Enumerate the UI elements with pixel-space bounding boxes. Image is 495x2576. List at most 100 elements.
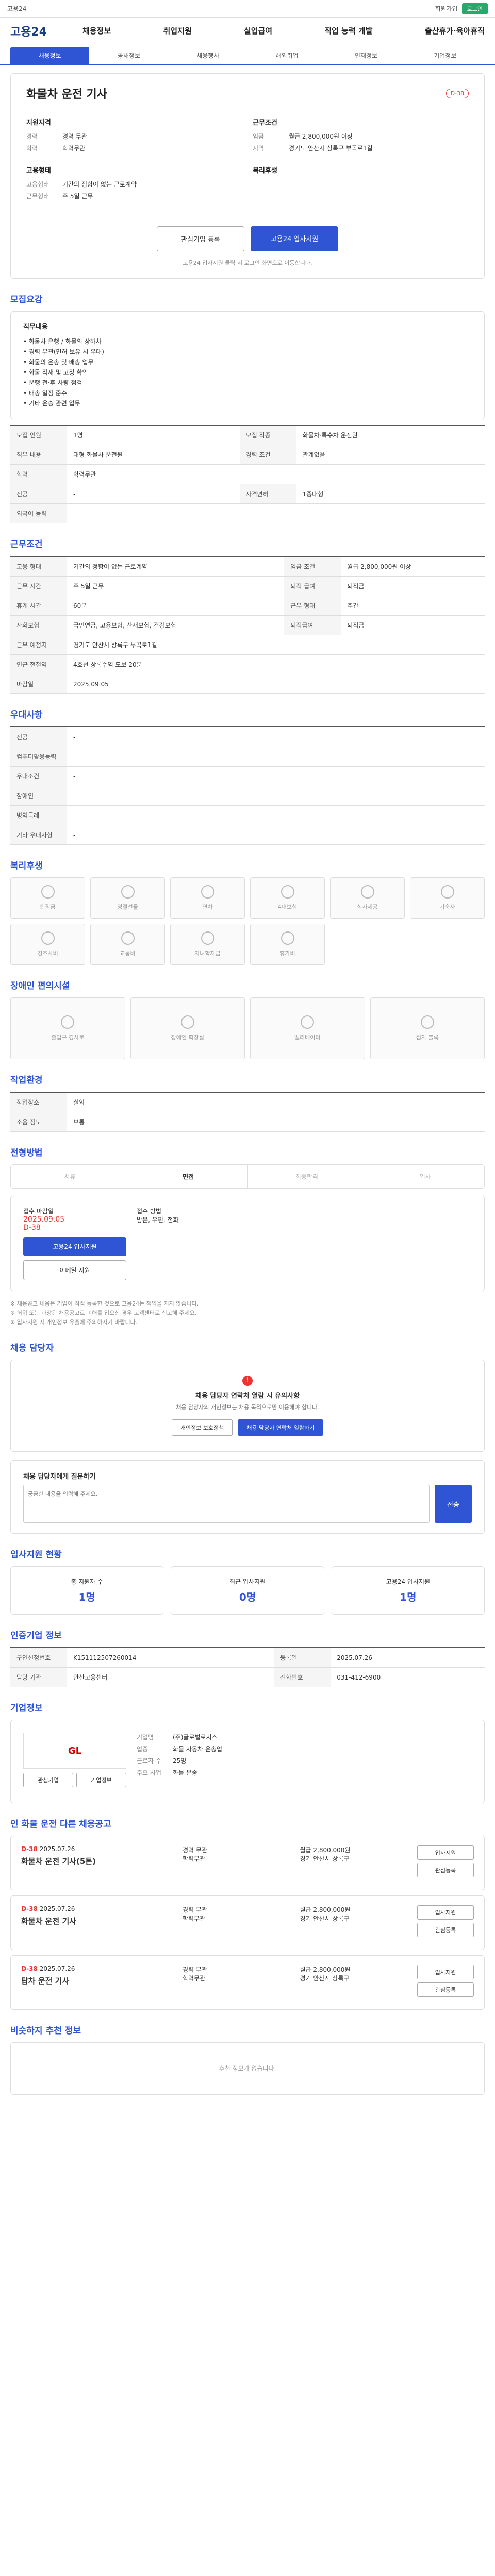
facility-icon [180,1015,194,1029]
welfare-icon [121,885,135,899]
similar-empty: 추천 정보가 없습니다. [10,2042,485,2095]
req-heading: 지원자격 [26,119,51,127]
welfare-heading-summary: 복리후생 [253,167,277,175]
apply-method: 방문, 우편, 전화 [137,1216,179,1224]
deadline-dday: D-38 [23,1224,41,1232]
list-item[interactable]: D-38 2025.07.26 화물차 운전 기사 경력 무관 학력무관 월급 2,… [10,1895,485,1950]
warning-icon: ! [242,1376,253,1386]
prefer-section-title: 우대사항 [10,710,43,720]
gnb-leave[interactable]: 출산휴가·육아휴직 [425,25,485,36]
facility-item: 점자 블록 [370,997,485,1059]
list-apply-button[interactable]: 입사지원 [417,1905,474,1920]
welfare-item: 경조사비 [10,924,85,965]
gnb-training[interactable]: 직업 능력 개발 [324,25,372,36]
gnb-jobs[interactable]: 채용정보 [82,25,111,36]
tab-jobs[interactable]: 채용정보 [10,47,90,64]
recruit-table: 모집 인원 1명 모집 직종 화물차·특수차 운전원 직무 내용 대형 화물차 운전원 경… [10,425,485,523]
step-item: 서류 [11,1165,129,1188]
stats-section-title: 입사지원 현황 [10,1550,62,1560]
env-section-title: 작업환경 [10,1075,43,1086]
tab-public[interactable]: 공채정보 [89,51,168,64]
dday-badge: D-38 [446,88,469,98]
work-section-title: 근무조건 [10,539,43,550]
welfare-icon [440,885,454,899]
welfare-item: 기숙사 [410,877,485,919]
list-interest-button[interactable]: 관심등록 [417,1923,474,1937]
qa-box: 채용 담당자에게 질문하기 전송 [10,1460,485,1534]
list-apply-button[interactable]: 입사지원 [417,1965,474,1979]
emp-heading: 고용형태 [26,167,51,175]
signup-link[interactable]: 회원가입 [435,4,457,13]
info-section-title: 인증기업 정보 [10,1631,62,1641]
deadline-date: 2025.09.05 [23,1215,65,1224]
apply-note: 고용24 입사지원 클릭 시 로그인 화면으로 이동합니다. [183,260,312,266]
site-logo[interactable]: 고용24 [10,23,82,39]
welfare-icon [360,885,374,899]
welfare-item: 휴가비 [250,924,325,965]
privacy-policy-button[interactable]: 개인정보 보호정책 [171,1419,233,1436]
list-item[interactable]: D-38 2025.07.26 화물차 운전 기사(5톤) 경력 무관 학력무관 월… [10,1836,485,1890]
list-apply-button[interactable]: 입사지원 [417,1845,474,1860]
stat-card: 고용24 입사지원 1명 [331,1566,485,1615]
tab-overseas[interactable]: 해외취업 [248,51,326,64]
tab-talent[interactable]: 인재정보 [326,51,405,64]
tab-company[interactable]: 기업정보 [406,51,485,64]
sub-tabs: 채용정보 공채정보 채용행사 해외취업 인재정보 기업정보 [0,44,495,65]
qa-input[interactable] [23,1485,430,1523]
facility-item: 출입구 경사로 [10,997,125,1059]
stat-card: 최근 입사지원 0명 [171,1566,324,1615]
global-nav: 고용24 채용정보 취업지원 실업급여 직업 능력 개발 출산휴가·육아휴직 [0,18,495,44]
gnb-benefit[interactable]: 실업급여 [244,25,272,36]
welfare-item: 자녀학자금 [170,924,245,965]
prefer-table: 전공 - 컴퓨터활용능력 - 우대조건 - 장애인 - 병역특례 - 기타 우대사항 - [10,726,485,845]
list-item[interactable]: D-38 2025.07.26 탑차 운전 기사 경력 무관 학력무관 월급 2,8… [10,1955,485,2010]
tab-events[interactable]: 채용행사 [169,51,248,64]
company-info-button[interactable]: 기업정보 [76,1773,126,1787]
notice-list: ※ 채용공고 내용은 기업이 직접 등록한 것으로 고용24는 책임을 지지 않… [10,1300,199,1326]
welfare-icon [280,885,294,899]
company-interest-button[interactable]: 관심기업 [23,1773,73,1787]
gnb-support[interactable]: 취업지원 [163,25,191,36]
recruit-section-title: 모집요강 [10,295,43,305]
job-summary-card: 화물차 운전 기사 D-38 지원자격 경력 경력 무관 학력 학력무관 고용형태 … [10,73,485,279]
disabled-section-title: 장애인 편의시설 [10,981,70,991]
list-interest-button[interactable]: 관심등록 [417,1863,474,1877]
welfare-item: 교통비 [90,924,165,965]
welfare-item: 식사제공 [330,877,405,919]
welfare-item: 연차 [170,877,245,919]
apply-online-button[interactable]: 고용24 입사지원 [23,1237,126,1256]
welfare-icon [41,931,55,945]
cond-heading: 근무조건 [253,119,277,127]
apply-box: 접수 마감일 2025.09.05 D-38 고용24 입사지원 이메일 지원 … [10,1196,485,1291]
apply-email-button[interactable]: 이메일 지원 [23,1260,126,1280]
interest-company-button[interactable]: 관심기업 등록 [157,226,244,251]
welfare-icon [201,931,214,945]
facility-icon [301,1015,315,1029]
step-item: 면접 [129,1165,248,1188]
facility-item: 엘리베이터 [250,997,365,1059]
welfare-icon [121,931,135,945]
list-interest-button[interactable]: 관심등록 [417,1982,474,1997]
login-button[interactable]: 로그인 [461,3,488,14]
step-item: 입사 [419,1173,431,1180]
info-table: 구인신청번호 K151112507260014 등록일 2025.07.26 담당 기… [10,1647,485,1687]
stats-grid: 총 지원자 수 1명 최근 입사지원 0명 고용24 입사지원 1명 [10,1566,485,1615]
duty-box: 직무내용 • 화물차 운행 / 화물의 상하차 • 경력 무관(면허 보유 시 … [10,311,485,419]
welfare-icon [201,885,214,899]
view-contact-button[interactable]: 채용 담당자 연락처 열람하기 [238,1419,324,1436]
disabled-grid: 출입구 경사로 장애인 화장실 엘리베이터 점자 블록 [10,997,485,1059]
similar-section-title: 비슷하지 추천 정보 [10,2026,81,2036]
welfare-item: 퇴직금 [10,877,85,919]
welfare-item: 명절선물 [90,877,165,919]
apply-section-title: 전형방법 [10,1148,43,1158]
top-site-name: 고용24 [7,5,27,12]
other-jobs-title: 인 화물 운전 다른 채용공고 [10,1819,111,1829]
welfare-icon [280,931,294,945]
env-table: 작업장소 실외 소음 정도 보통 [10,1092,485,1132]
apply-button[interactable]: 고용24 입사지원 [251,226,338,251]
company-section-title: 기업정보 [10,1703,43,1714]
qa-send-button[interactable]: 전송 [434,1485,472,1523]
contact-box: ! 채용 담당자 연락처 열람 시 유의사항 채용 담당자의 개인정보는 채용 … [10,1360,485,1452]
job-title: 화물차 운전 기사 [26,88,107,101]
welfare-section-title: 복리후생 [10,861,43,871]
